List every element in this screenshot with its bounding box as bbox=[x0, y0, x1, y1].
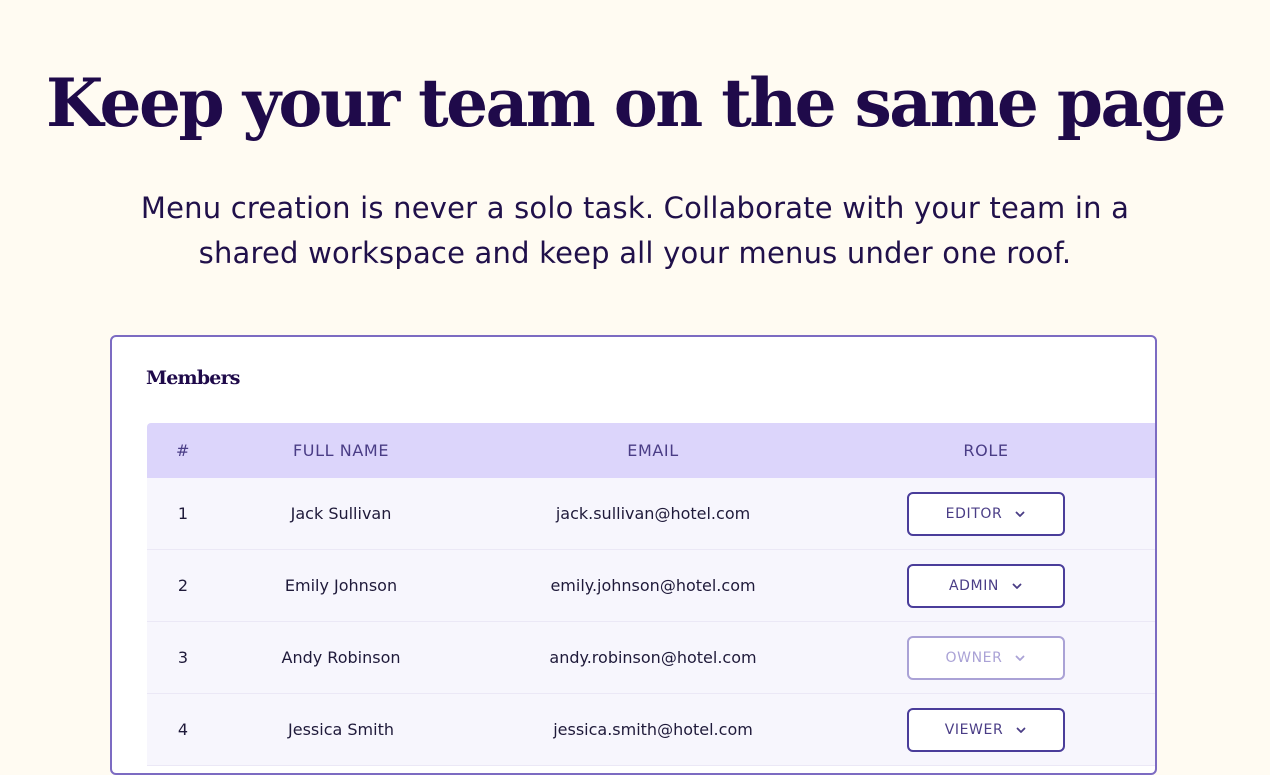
column-header-number: # bbox=[175, 441, 190, 460]
member-number: 2 bbox=[177, 576, 189, 595]
role-select-value: OWNER bbox=[945, 649, 1003, 666]
members-title: Members bbox=[146, 367, 241, 389]
member-number: 4 bbox=[177, 720, 189, 739]
members-card: Members # FULL NAME EMAIL ROLE 1 Jack Su… bbox=[110, 335, 1157, 775]
chevron-down-icon bbox=[1014, 508, 1026, 520]
role-select[interactable]: ADMIN bbox=[907, 563, 1065, 608]
role-select[interactable]: EDITOR bbox=[907, 491, 1065, 536]
table-row: 3 Andy Robinson andy.robinson@hotel.com … bbox=[147, 622, 1155, 694]
table-header-row: # FULL NAME EMAIL ROLE bbox=[147, 423, 1155, 478]
member-name: Andy Robinson bbox=[281, 648, 401, 667]
table-row: 4 Jessica Smith jessica.smith@hotel.com … bbox=[147, 694, 1155, 766]
member-role-cell: OWNER bbox=[843, 635, 1129, 680]
table-row: 2 Emily Johnson emily.johnson@hotel.com … bbox=[147, 550, 1155, 622]
member-name: Emily Johnson bbox=[284, 576, 398, 595]
member-role-cell: ADMIN bbox=[843, 563, 1129, 608]
role-select-value: EDITOR bbox=[945, 505, 1003, 522]
hero-subtitle: Menu creation is never a solo task. Coll… bbox=[140, 191, 1130, 270]
role-select[interactable]: VIEWER bbox=[907, 707, 1065, 752]
role-select-value: ADMIN bbox=[948, 577, 1000, 594]
column-header-role: ROLE bbox=[963, 441, 1009, 460]
member-role-cell: VIEWER bbox=[843, 707, 1129, 752]
member-email: jack.sullivan@hotel.com bbox=[555, 504, 751, 523]
table-row: 1 Jack Sullivan jack.sullivan@hotel.com … bbox=[147, 478, 1155, 550]
column-header-email: EMAIL bbox=[627, 441, 679, 460]
member-name: Jessica Smith bbox=[288, 720, 394, 739]
member-email: andy.robinson@hotel.com bbox=[549, 648, 757, 667]
chevron-down-icon bbox=[1015, 724, 1027, 736]
member-number: 1 bbox=[177, 504, 189, 523]
chevron-down-icon bbox=[1014, 652, 1026, 664]
role-select-value: VIEWER bbox=[944, 721, 1004, 738]
member-number: 3 bbox=[177, 648, 189, 667]
role-select-disabled: OWNER bbox=[907, 635, 1065, 680]
member-email: jessica.smith@hotel.com bbox=[553, 720, 753, 739]
members-table: # FULL NAME EMAIL ROLE 1 Jack Sullivan j… bbox=[147, 423, 1155, 766]
column-header-full-name: FULL NAME bbox=[292, 441, 390, 460]
member-email: emily.johnson@hotel.com bbox=[550, 576, 756, 595]
chevron-down-icon bbox=[1011, 580, 1023, 592]
hero-title: Keep your team on the same page bbox=[46, 64, 1226, 142]
member-role-cell: EDITOR bbox=[843, 491, 1129, 536]
member-name: Jack Sullivan bbox=[290, 504, 392, 523]
